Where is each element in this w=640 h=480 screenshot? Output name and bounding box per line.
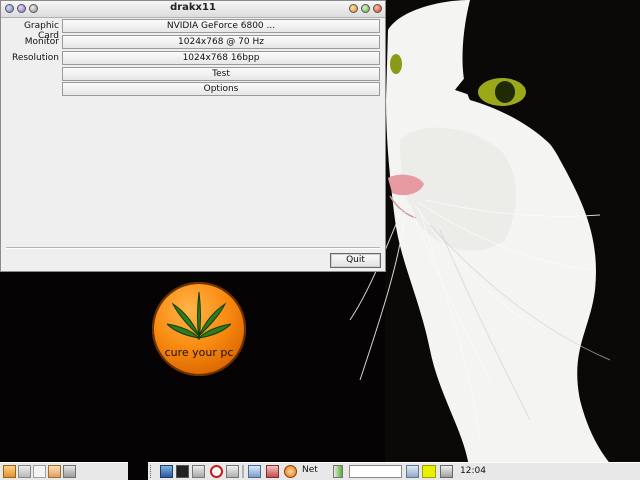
cure-your-pc-badge[interactable]: cure your pc (152, 282, 246, 376)
window-separator (6, 247, 380, 249)
panel-separator (242, 465, 244, 478)
documents-icon[interactable] (48, 465, 61, 478)
menu-icon[interactable] (3, 465, 16, 478)
clock: 12:04 (460, 466, 486, 476)
pencil-icon[interactable] (18, 465, 31, 478)
graphic-card-button[interactable]: NVIDIA GeForce 6800 ... (62, 19, 380, 33)
opera-icon[interactable] (210, 465, 223, 478)
badge-caption: cure your pc (164, 346, 234, 359)
close-icon[interactable] (373, 4, 382, 13)
drakx11-window: drakx11 Graphic Card NVIDIA GeForce 6800… (0, 0, 386, 272)
browser-icon[interactable] (266, 465, 279, 478)
trash-icon[interactable] (63, 465, 76, 478)
blank-icon[interactable] (33, 465, 46, 478)
left-panel (0, 462, 128, 480)
tools-icon[interactable] (226, 465, 239, 478)
show-desktop-icon[interactable] (160, 465, 173, 478)
notes-icon[interactable] (422, 465, 436, 478)
window-title: drakx11 (170, 2, 216, 13)
window-titlebar[interactable]: drakx11 (1, 1, 385, 18)
volume-icon[interactable] (333, 465, 343, 478)
network-icon[interactable] (284, 465, 297, 478)
panel-search-input[interactable] (349, 465, 402, 478)
resolution-button[interactable]: 1024x768 16bpp (62, 51, 380, 65)
cannabis-leaf-icon (167, 291, 231, 341)
monitor-button[interactable]: 1024x768 @ 70 Hz (62, 35, 380, 49)
quit-button[interactable]: Quit (330, 253, 381, 268)
mixer-icon[interactable] (192, 465, 205, 478)
computer-icon[interactable] (248, 465, 261, 478)
copy-icon[interactable] (440, 465, 453, 478)
terminal-icon[interactable] (176, 465, 189, 478)
clipboard-icon[interactable] (406, 465, 419, 478)
drag-handle-icon[interactable] (150, 465, 155, 478)
maximize-icon[interactable] (361, 4, 370, 13)
options-button[interactable]: Options (62, 82, 380, 96)
test-button[interactable]: Test (62, 67, 380, 81)
minimize-icon[interactable] (349, 4, 358, 13)
net-label: Net (302, 465, 318, 475)
right-panel: Net 12:04 (148, 462, 640, 480)
resolution-label: Resolution (11, 53, 59, 63)
monitor-label: Monitor (24, 37, 59, 47)
